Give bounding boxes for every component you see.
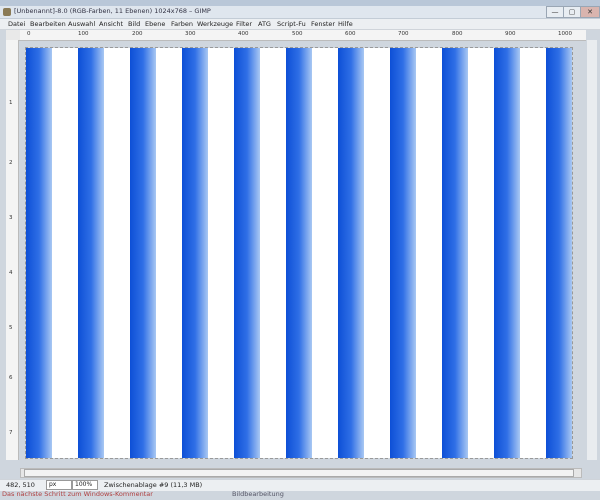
gradient-stripe (286, 48, 312, 458)
gradient-stripe (494, 48, 520, 458)
gradient-stripe (338, 48, 364, 458)
close-button[interactable]: ✕ (580, 6, 600, 18)
ruler-top-label: 200 (132, 31, 143, 37)
menu-script-fu[interactable]: Script-Fu (277, 20, 306, 28)
gimp-logo-icon (3, 8, 11, 16)
ruler-top-label: 1000 (558, 31, 572, 37)
ruler-left-label: 1 (9, 100, 13, 106)
ruler-top-label: 600 (345, 31, 356, 37)
horizontal-scrollbar-thumb[interactable] (24, 469, 574, 477)
menu-ansicht[interactable]: Ansicht (99, 20, 123, 28)
ruler-left-label: 5 (9, 325, 13, 331)
gradient-stripe (78, 48, 104, 458)
gradient-stripe (130, 48, 156, 458)
ruler-left-label: 6 (9, 375, 13, 381)
ruler-top-label: 400 (238, 31, 249, 37)
unit-select[interactable]: px (46, 480, 72, 490)
pointer-coordinates: 482, 510 (6, 481, 35, 489)
gradient-stripe (546, 48, 572, 458)
vertical-scrollbar[interactable] (587, 40, 597, 460)
maximize-button[interactable]: ▢ (563, 6, 581, 18)
ruler-top-label: 0 (27, 31, 31, 37)
gradient-stripe (182, 48, 208, 458)
window-titlebar: [Unbenannt]-8.0 (RGB-Farben, 11 Ebenen) … (0, 6, 600, 19)
ruler-top-label: 800 (452, 31, 463, 37)
zoom-select[interactable]: 100% (72, 480, 98, 490)
layer-info: Zwischenablage #9 (11,3 MB) (104, 481, 203, 489)
ruler-left-label: 7 (9, 430, 13, 436)
menu-ebene[interactable]: Ebene (145, 20, 165, 28)
ruler-top-label: 700 (398, 31, 409, 37)
menu-werkzeuge[interactable]: Werkzeuge (197, 20, 233, 28)
menu-filter[interactable]: Filter (236, 20, 252, 28)
menu-atg[interactable]: ATG (258, 20, 271, 28)
ruler-top[interactable]: 0 100 200 300 400 500 600 700 800 900 10… (20, 30, 586, 41)
ruler-left-label: 3 (9, 215, 13, 221)
menu-bearbeiten[interactable]: Bearbeiten (30, 20, 66, 28)
window-title: [Unbenannt]-8.0 (RGB-Farben, 11 Ebenen) … (14, 7, 211, 15)
image-canvas[interactable] (25, 47, 573, 459)
ruler-left-label: 2 (9, 160, 13, 166)
gradient-stripe (442, 48, 468, 458)
ruler-left[interactable]: 1 2 3 4 5 6 7 (6, 40, 19, 460)
menu-bar: Datei Bearbeiten Auswahl Ansicht Bild Eb… (0, 19, 600, 30)
menu-farben[interactable]: Farben (171, 20, 193, 28)
footer-text: Das nächste Schritt zum Windows-Kommenta… (2, 490, 153, 498)
gradient-stripe (390, 48, 416, 458)
gradient-stripe (26, 48, 52, 458)
footer-right-text: Bildbearbeitung (232, 490, 284, 498)
menu-bild[interactable]: Bild (128, 20, 140, 28)
menu-auswahl[interactable]: Auswahl (68, 20, 95, 28)
gradient-stripe (234, 48, 260, 458)
minimize-button[interactable]: — (546, 6, 564, 18)
ruler-left-label: 4 (9, 270, 13, 276)
menu-fenster[interactable]: Fenster (311, 20, 335, 28)
menu-datei[interactable]: Datei (8, 20, 25, 28)
ruler-top-label: 300 (185, 31, 196, 37)
ruler-top-label: 500 (292, 31, 303, 37)
ruler-top-label: 900 (505, 31, 516, 37)
ruler-top-label: 100 (78, 31, 89, 37)
menu-hilfe[interactable]: Hilfe (338, 20, 353, 28)
